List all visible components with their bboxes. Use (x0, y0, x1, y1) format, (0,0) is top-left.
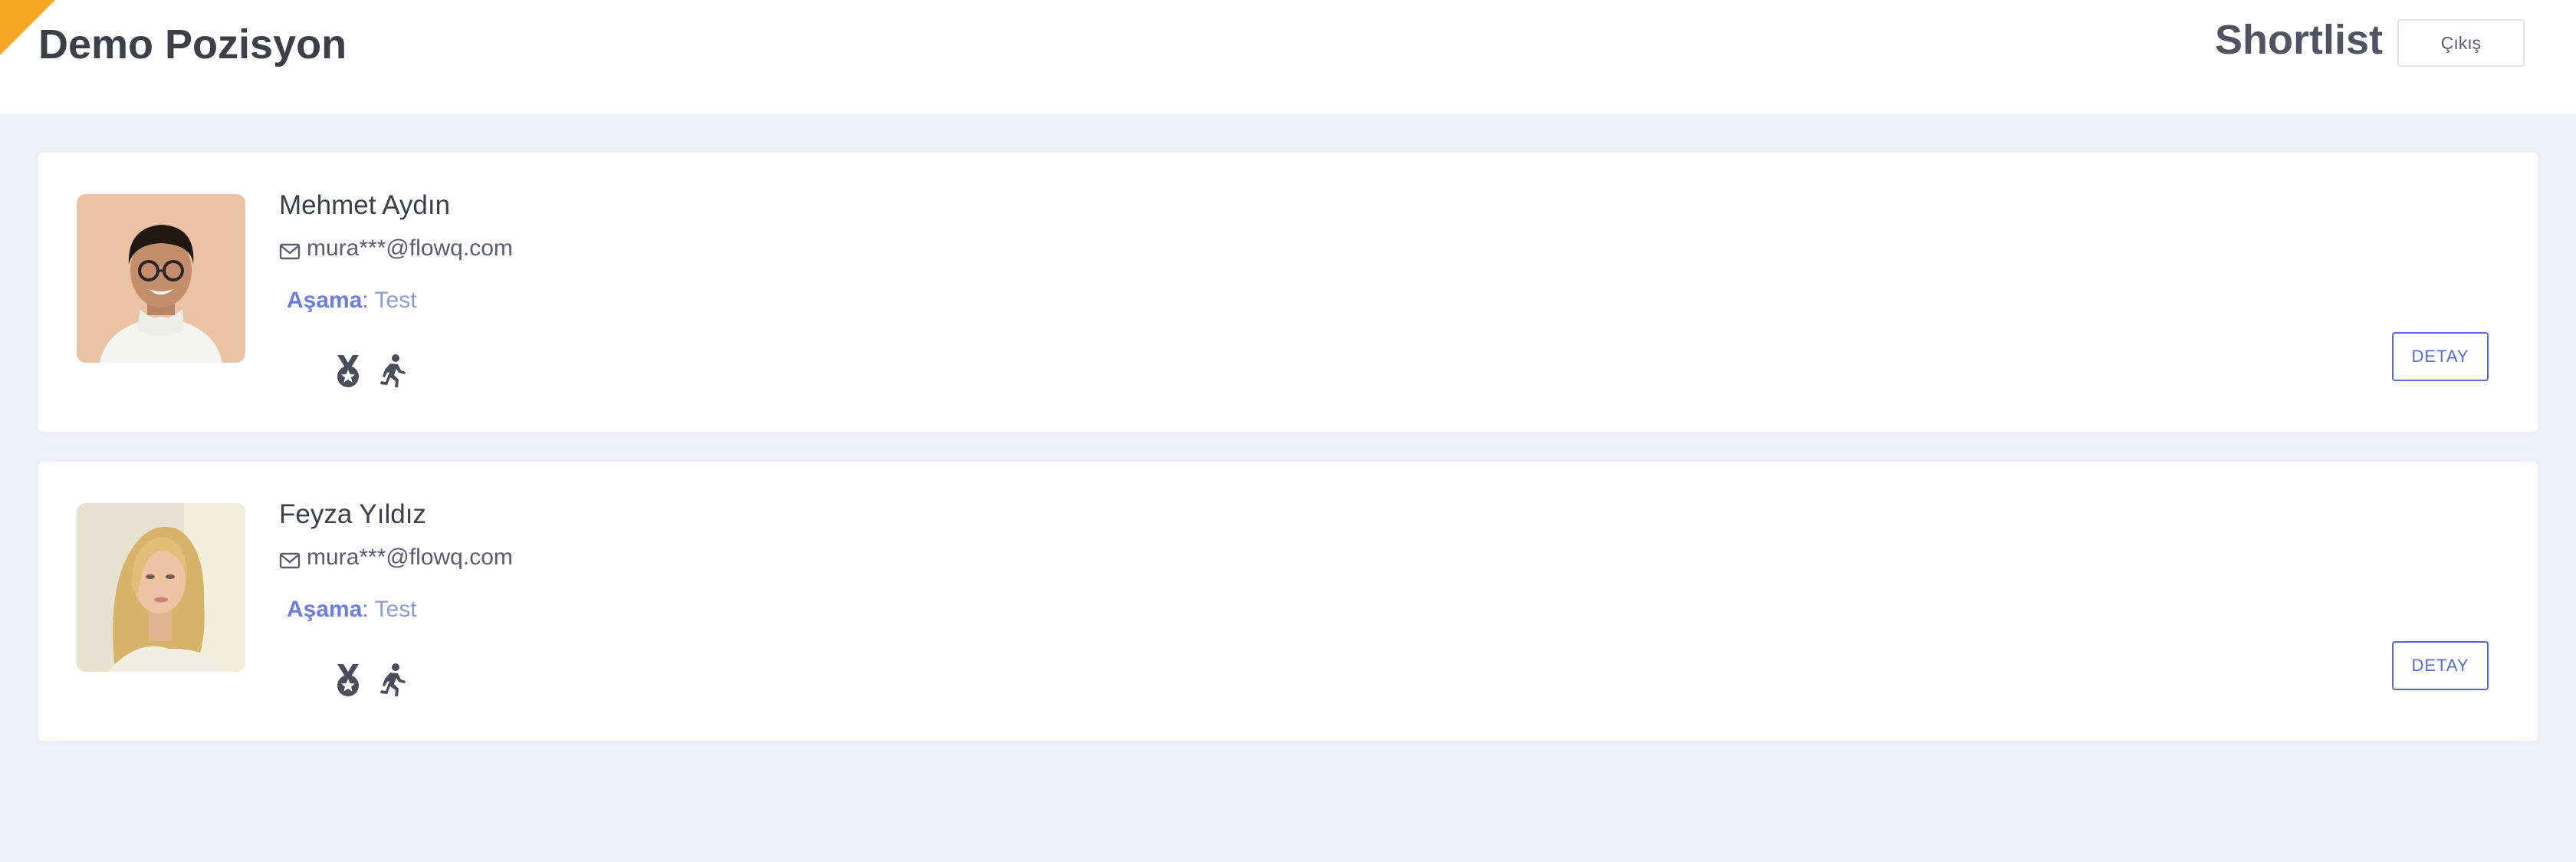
candidate-email-text: mura***@flowq.com (307, 235, 513, 261)
stage-label: Aşama (287, 597, 363, 622)
envelope-icon (279, 549, 301, 569)
candidate-card: Feyza Yıldız mura***@flowq.com Aşama: Te… (38, 462, 2538, 741)
page-header: Demo Pozisyon Shortlist Çıkış (0, 0, 2576, 114)
stage-label: Aşama (287, 288, 363, 313)
runner-icon (377, 354, 408, 393)
candidate-photo (77, 194, 245, 363)
stage-separator: : (362, 288, 375, 313)
candidate-stage: Aşama: Test (287, 594, 417, 626)
runner-icon (377, 663, 408, 702)
detail-button[interactable]: DETAY (2392, 641, 2489, 690)
candidate-email: mura***@flowq.com (279, 232, 513, 265)
shortlist-title: Shortlist (2214, 17, 2383, 63)
candidate-photo (77, 503, 245, 672)
medal-icon (333, 354, 363, 393)
candidate-email: mura***@flowq.com (279, 541, 513, 574)
candidate-stage: Aşama: Test (287, 285, 417, 317)
stage-separator: : (362, 597, 375, 622)
detail-button[interactable]: DETAY (2392, 332, 2489, 381)
logout-button[interactable]: Çıkış (2397, 19, 2525, 67)
stage-value: Test (374, 288, 417, 313)
badge-list (333, 354, 408, 393)
candidate-name: Mehmet Aydın (279, 190, 451, 220)
badge-list (333, 663, 408, 702)
candidate-name: Feyza Yıldız (279, 499, 426, 529)
candidate-card: Mehmet Aydın mura***@flowq.com Aşama: Te… (38, 153, 2538, 432)
candidate-email-text: mura***@flowq.com (307, 545, 513, 570)
envelope-icon (279, 240, 301, 260)
medal-icon (333, 663, 363, 702)
stage-value: Test (374, 597, 417, 622)
page-title: Demo Pozisyon (38, 21, 347, 67)
